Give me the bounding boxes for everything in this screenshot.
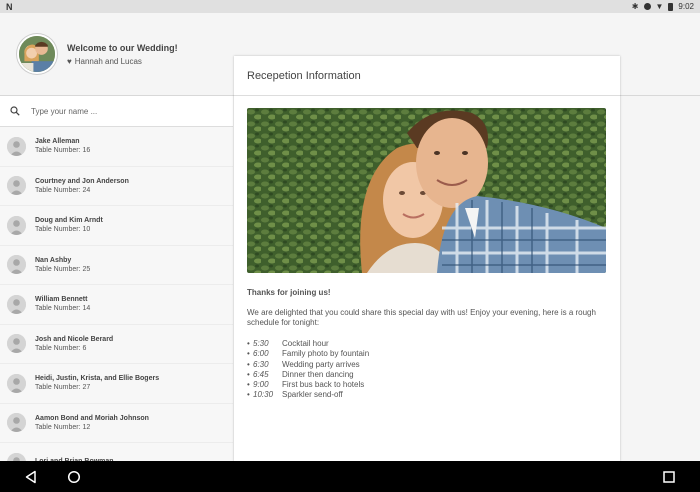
notification-app-icon: N: [6, 1, 13, 12]
schedule-event: Sparkler send-off: [282, 390, 343, 400]
schedule-time: 9:00: [253, 380, 269, 390]
schedule-event: Wedding party arrives: [282, 359, 360, 369]
bluetooth-icon: ✱: [631, 1, 639, 11]
schedule-item: • 9:00 First bus back to hotels: [247, 380, 369, 390]
schedule-event: Dinner then dancing: [282, 369, 354, 379]
guest-list-item[interactable]: Courtney and Jon Anderson Table Number: 2…: [0, 166, 233, 206]
guest-text: Josh and Nicole Berard Table Number: 6: [35, 336, 113, 352]
reception-card: Recepetion Information Thanks for joinin…: [234, 56, 620, 461]
system-nav-bar: [0, 461, 700, 492]
search-input[interactable]: [31, 106, 211, 116]
guest-list-item[interactable]: Doug and Kim Arndt Table Number: 10: [0, 206, 233, 246]
search-bar: [0, 96, 233, 127]
schedule-item: • 6:30 Wedding party arrives: [247, 360, 369, 370]
guest-table-number: Table Number: 24: [35, 186, 91, 194]
schedule-list: • 5:30 Cocktail hour • 6:00 Family photo by f…: [247, 339, 369, 401]
guest-list-item[interactable]: Nan Ashby Table Number: 25: [0, 245, 233, 285]
guest-text: Doug and Kim Arndt Table Number: 10: [35, 217, 103, 233]
schedule-event: Family photo by fountain: [282, 349, 370, 359]
guest-name: Nan Ashby: [35, 256, 72, 264]
thanks-heading: Thanks for joining us!: [247, 288, 331, 297]
heart-icon: ♥: [67, 57, 72, 66]
schedule-time: 10:30: [253, 390, 274, 400]
status-icons: ✱ ▼ 9:02: [632, 2, 694, 11]
user-avatar-icon: [7, 413, 26, 433]
guest-table-number: Table Number: 25: [35, 265, 91, 273]
welcome-title: Welcome to our Wedding!: [67, 43, 178, 53]
user-avatar-icon: [7, 255, 26, 275]
guest-list-item[interactable]: Lori and Brian Bowman: [0, 443, 233, 461]
user-avatar-icon: [7, 294, 26, 314]
schedule-item: • 5:30 Cocktail hour: [247, 339, 369, 349]
recents-icon[interactable]: [662, 470, 676, 484]
guest-table-number: Table Number: 6: [35, 344, 87, 352]
schedule-time: 6:00: [253, 349, 269, 359]
schedule-time: 6:45: [253, 369, 269, 379]
user-avatar-icon: [7, 373, 26, 393]
back-icon[interactable]: [24, 470, 38, 484]
schedule-time: 6:30: [253, 359, 269, 369]
couple-names: Hannah and Lucas: [74, 57, 142, 66]
guest-name: Courtney and Jon Anderson: [35, 177, 129, 185]
guest-table-number: Table Number: 27: [35, 384, 91, 392]
guest-list-item[interactable]: William Bennett Table Number: 14: [0, 285, 233, 325]
do-not-disturb-icon: [643, 3, 651, 10]
status-time: 9:02: [678, 2, 694, 11]
guest-list-item[interactable]: Josh and Nicole Berard Table Number: 6: [0, 324, 233, 364]
schedule-item: • 6:45 Dinner then dancing: [247, 370, 369, 380]
search-icon: [10, 106, 20, 116]
guest-list-item[interactable]: Jake Alleman Table Number: 16: [0, 127, 233, 167]
schedule-item: • 6:00 Family photo by fountain: [247, 349, 369, 359]
couple-photo: [247, 108, 606, 273]
guest-table-number: Table Number: 12: [35, 423, 91, 431]
guest-list-item[interactable]: Aamon Bond and Moriah Johnson Table Numbe…: [0, 403, 233, 443]
guest-text: Nan Ashby Table Number: 25: [35, 257, 90, 273]
status-bar: N ✱ ▼ 9:02: [0, 0, 700, 13]
user-avatar-icon: [7, 334, 26, 354]
couple-line: ♥ Hannah and Lucas: [67, 57, 142, 66]
wifi-icon: ▼: [655, 1, 664, 11]
user-avatar-icon: [7, 176, 26, 196]
card-title: Recepetion Information: [234, 56, 620, 96]
guest-name: Heidi, Justin, Krista, and Ellie Bogers: [35, 375, 160, 383]
schedule-event: First bus back to hotels: [282, 380, 365, 390]
guest-text: William Bennett Table Number: 14: [35, 296, 90, 312]
schedule-item: • 10:30 Sparkler send-off: [247, 390, 369, 400]
guest-text: Heidi, Justin, Krista, and Ellie Bogers T…: [35, 375, 159, 391]
guest-list: Jake Alleman Table Number: 16 Courtney and…: [0, 127, 233, 461]
guest-text: Jake Alleman Table Number: 16: [35, 138, 90, 154]
user-avatar-icon: [7, 215, 26, 235]
guest-name: Josh and Nicole Berard: [35, 335, 114, 343]
user-avatar-icon: [7, 136, 26, 156]
schedule-event: Cocktail hour: [282, 339, 329, 348]
guest-name: Doug and Kim Arndt: [35, 217, 103, 225]
guest-text: Courtney and Jon Anderson Table Number: 2…: [35, 178, 129, 194]
guest-sidebar: Jake AllemanTable Number: 16 Courtney and…: [0, 96, 233, 461]
guest-table-number: Table Number: 10: [35, 226, 91, 234]
guest-table-number: Table Number: 16: [35, 147, 91, 155]
battery-icon: [668, 2, 674, 11]
intro-text: We are delighted that you could share th…: [247, 308, 596, 327]
guest-table-number: Table Number: 14: [35, 305, 91, 313]
guest-text: Aamon Bond and Moriah Johnson Table Numbe…: [35, 415, 149, 431]
guest-list-item[interactable]: Heidi, Justin, Krista, and Ellie Bogers T…: [0, 364, 233, 404]
guest-name: Jake Alleman: [35, 138, 80, 146]
home-icon[interactable]: [67, 470, 81, 484]
user-avatar-icon: [7, 452, 26, 461]
schedule-time: 5:30: [253, 339, 269, 348]
guest-name: Aamon Bond and Moriah Johnson: [35, 414, 149, 422]
guest-name: William Bennett: [35, 296, 88, 304]
couple-avatar: [17, 34, 57, 74]
